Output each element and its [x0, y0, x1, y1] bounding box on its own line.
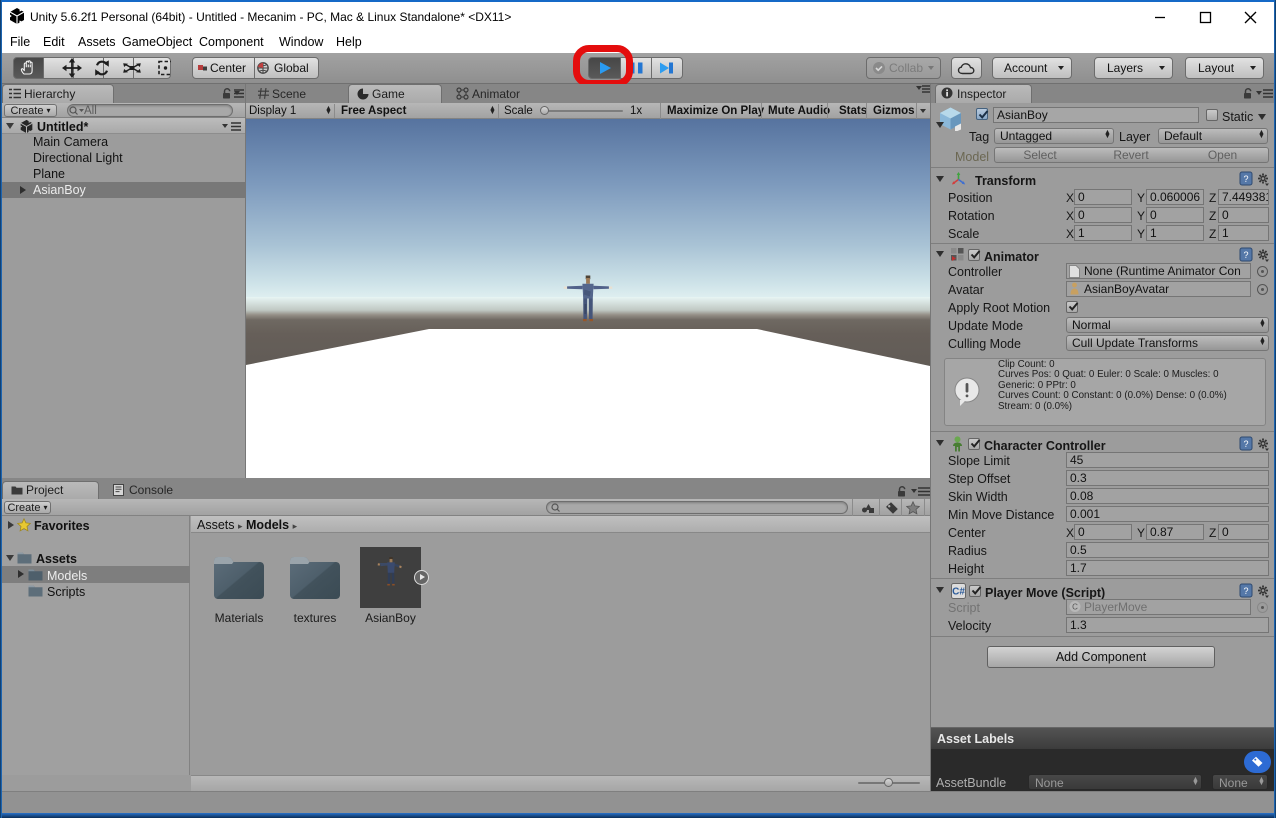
svg-text:?: ?: [1243, 174, 1248, 184]
svg-text:?: ?: [1243, 439, 1248, 449]
svg-text:?: ?: [1243, 250, 1248, 260]
svg-text:?: ?: [1243, 586, 1248, 596]
svg-text:C: C: [1072, 603, 1078, 612]
svg-text:C#: C#: [952, 587, 965, 598]
